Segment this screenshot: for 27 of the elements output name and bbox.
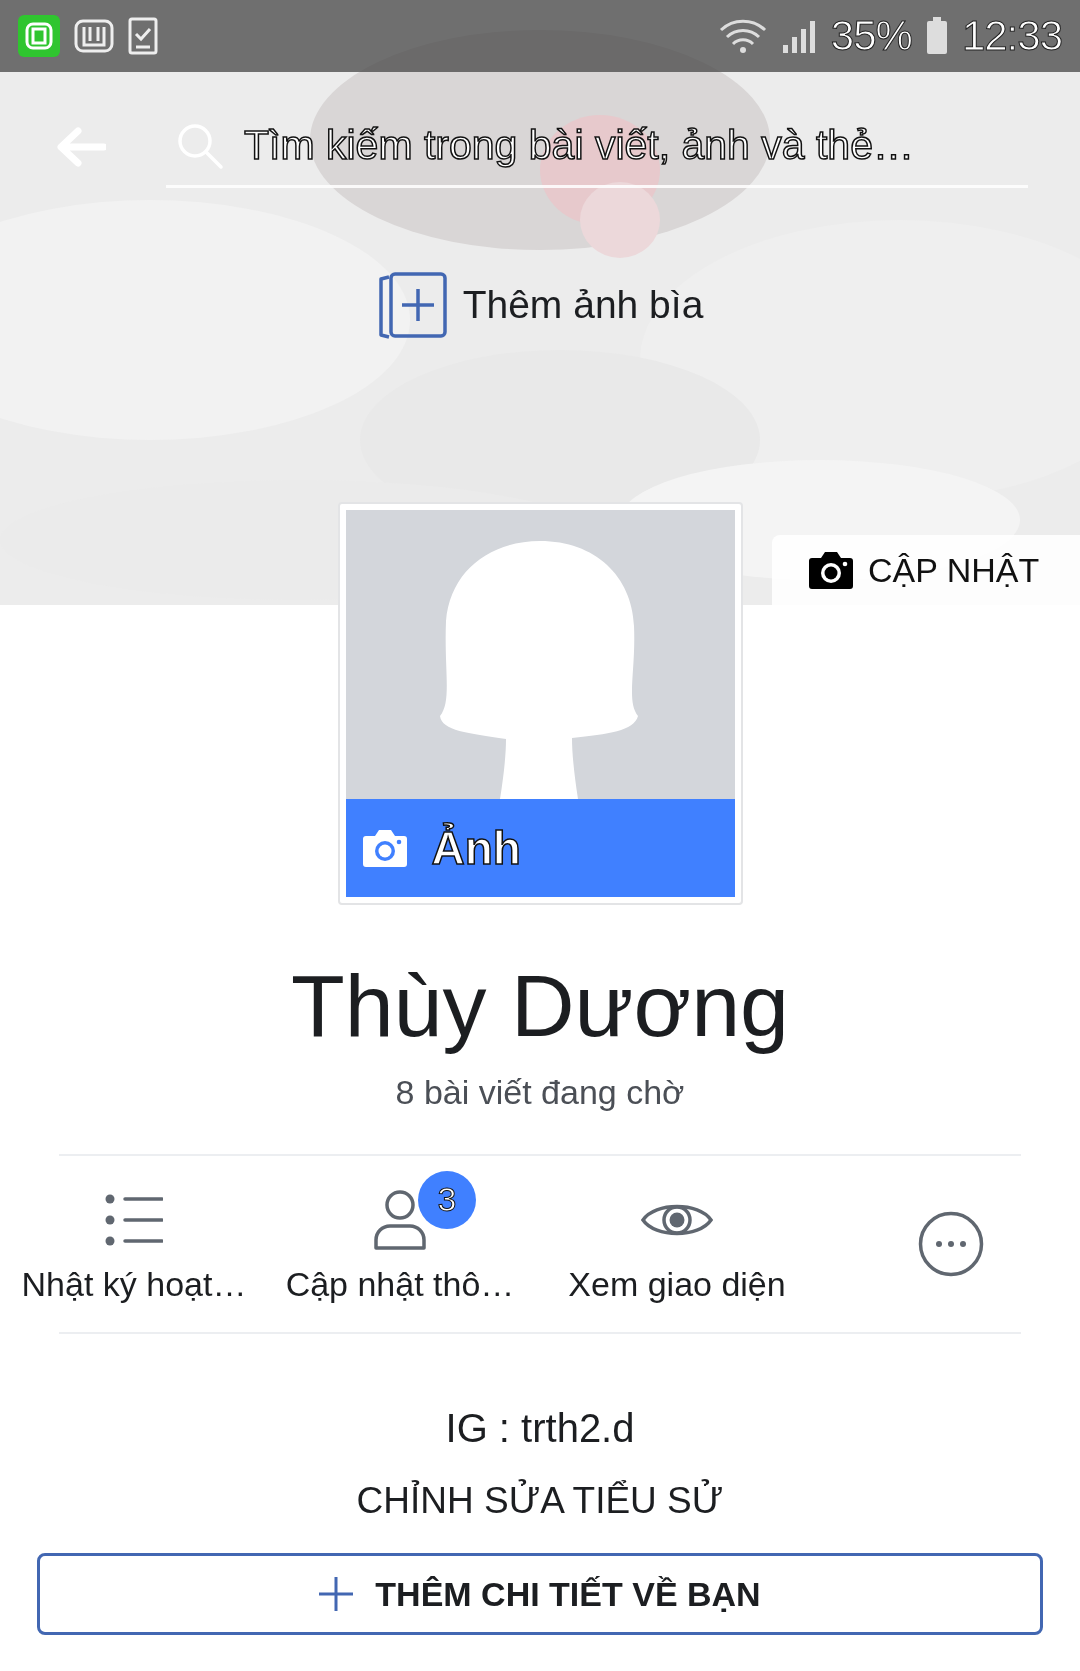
pending-posts-text: 8 bài viết đang chờ (395, 1073, 685, 1112)
profile-name: Thùy Dương (290, 955, 790, 1057)
signal-icon (780, 19, 817, 53)
clipboard-icon (128, 17, 158, 55)
edit-bio-link[interactable]: CHỈNH SỬA TIỂU SỬ (350, 1479, 730, 1523)
clock: 12:33 (961, 12, 1062, 60)
profile-photo-button[interactable]: Ảnh (345, 799, 735, 897)
add-photo-icon[interactable] (376, 271, 449, 339)
plus-icon (319, 1577, 354, 1611)
action-button[interactable]: Xem giao diện (532, 1156, 822, 1332)
camera-icon (361, 828, 408, 868)
action-button[interactable]: 3 Cập nhật thô… (268, 1156, 532, 1332)
camera-icon (808, 550, 854, 590)
notification-badge: 3 (418, 1170, 476, 1229)
update-cover-button[interactable]: CẬP NHẬT (772, 535, 1080, 605)
app-icon (18, 15, 60, 57)
battery-icon (925, 17, 948, 55)
add-details-button[interactable]: THÊM CHI TIẾT VỀ BẠN (37, 1553, 1043, 1635)
action-button[interactable]: Nhật ký hoạt… (0, 1156, 268, 1332)
search-field[interactable]: Tìm kiếm trong bài viết, ảnh và thẻ… (166, 106, 1028, 188)
app-icon (74, 19, 114, 53)
add-cover-label[interactable]: Thêm ảnh bìa (462, 283, 704, 327)
wifi-icon (718, 18, 767, 54)
battery-percentage: 35% (830, 12, 912, 60)
person-icon (372, 1187, 428, 1252)
more-icon (918, 1211, 984, 1277)
bio-text: IG : trth2.d (445, 1406, 635, 1451)
